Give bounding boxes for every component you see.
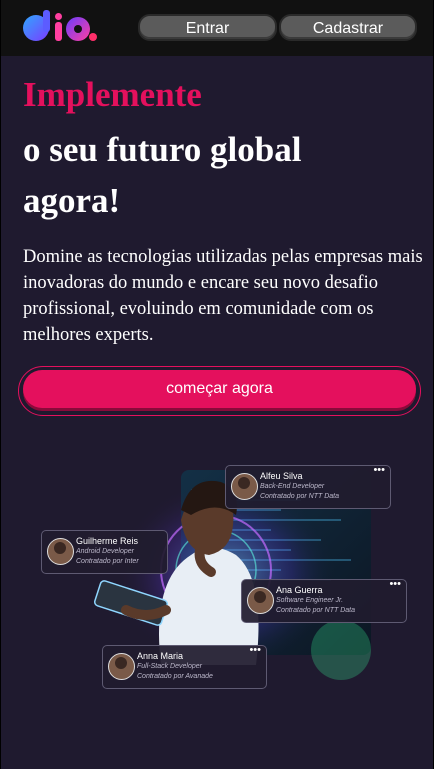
headline-title: o seu futuro global agora! [23,130,302,220]
profile-card: Ana Guerra Software Engineer Jr. Contrat… [241,578,407,623]
signup-button[interactable]: Cadastrar [279,14,417,41]
profile-company: Contratado por NTT Data [276,607,355,614]
avatar [231,473,258,500]
headline-highlight: Implemente [23,75,202,114]
profile-role: Android Developer [76,548,134,555]
profile-name: Guilherme Reis [76,536,139,546]
dio-logo[interactable] [23,10,99,46]
hero-description: Domine as tecnologias utilizadas pelas e… [23,247,423,345]
profile-name: Anna Maria [137,651,184,661]
profile-role: Software Engineer Jr. [276,597,344,604]
profile-company: Contratado por Avanade [137,673,213,680]
more-options-icon[interactable]: ••• [373,464,385,476]
login-button[interactable]: Entrar [138,14,277,41]
more-options-icon[interactable]: ••• [389,578,401,590]
hero-illustration: Alfeu Silva Back-End Developer Contratad… [41,460,411,695]
profile-role: Back-End Developer [260,483,325,490]
profile-card: Alfeu Silva Back-End Developer Contratad… [225,464,391,509]
avatar [47,538,74,565]
profile-card: Guilherme Reis Android Developer Contrat… [41,530,168,574]
top-navigation: Entrar Cadastrar [1,0,433,56]
profile-name: Ana Guerra [276,585,323,595]
start-now-button[interactable]: começar agora [23,370,416,408]
profile-name: Alfeu Silva [260,471,303,481]
avatar [247,587,274,614]
profile-company: Contratado por NTT Data [260,493,339,500]
profile-card: Anna Maria Full-Stack Developer Contrata… [102,644,267,689]
landing-page: Entrar Cadastrar Implemente o seu futuro… [1,0,433,769]
profile-company: Contratado por Inter [76,558,139,565]
avatar [108,653,135,680]
profile-role: Full-Stack Developer [137,663,202,670]
more-options-icon[interactable]: ••• [249,644,261,656]
